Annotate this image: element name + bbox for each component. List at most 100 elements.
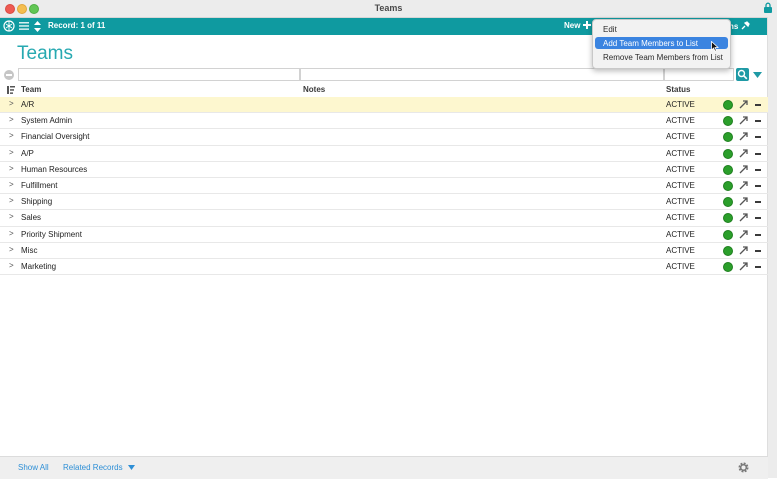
expand-caret-icon[interactable]: >	[9, 180, 14, 189]
menu-item-edit[interactable]: Edit	[595, 23, 728, 35]
expand-caret-icon[interactable]: >	[9, 261, 14, 270]
table-row[interactable]: > Marketing ACTIVE	[0, 259, 768, 276]
open-record-icon[interactable]	[739, 116, 748, 125]
expand-caret-icon[interactable]: >	[9, 148, 14, 157]
team-name: System Admin	[21, 116, 73, 126]
show-all-link[interactable]: Show All	[18, 463, 49, 472]
plus-icon	[582, 21, 591, 29]
status-dot-icon	[723, 261, 733, 272]
open-record-icon[interactable]	[739, 213, 748, 222]
column-header-notes[interactable]: Notes	[303, 85, 325, 94]
team-status: ACTIVE	[666, 213, 695, 223]
table-row[interactable]: > Misc ACTIVE	[0, 243, 768, 259]
table-row[interactable]: > A/R ACTIVE	[0, 97, 768, 114]
team-name: Marketing	[21, 261, 57, 271]
team-status: ACTIVE	[666, 116, 695, 126]
expand-caret-icon[interactable]: >	[9, 229, 14, 238]
menu-item-add-team-members[interactable]: Add Team Members to List	[595, 37, 728, 49]
open-record-icon[interactable]	[739, 181, 748, 190]
expand-caret-icon[interactable]: >	[9, 115, 14, 124]
remove-row-icon[interactable]	[755, 136, 761, 139]
record-counter: Record: 1 of 11	[48, 21, 106, 30]
menu-item-label: Add Team Members to List	[603, 39, 699, 48]
window-titlebar: Teams	[0, 0, 777, 18]
status-dot-icon	[723, 197, 733, 208]
status-dot-icon	[723, 229, 733, 240]
pin-icon	[741, 21, 750, 30]
table-row[interactable]: > Human Resources ACTIVE	[0, 162, 768, 178]
table-row[interactable]: > Fulfillment ACTIVE	[0, 178, 768, 195]
menu-item-remove-team-members[interactable]: Remove Team Members from List	[595, 51, 728, 63]
status-find-field[interactable]	[664, 68, 734, 81]
notes-find-field[interactable]	[300, 68, 664, 81]
open-record-icon[interactable]	[739, 262, 748, 271]
remove-row-icon[interactable]	[755, 184, 761, 187]
expand-caret-icon[interactable]: >	[9, 245, 14, 254]
related-records-label: Related Records	[63, 463, 123, 472]
table-row[interactable]: > Shipping ACTIVE	[0, 194, 768, 211]
team-status: ACTIVE	[666, 100, 695, 109]
column-header-row: Team Notes Status	[0, 84, 768, 97]
new-record-button[interactable]: New	[564, 21, 591, 30]
table-row[interactable]: > Sales ACTIVE	[0, 210, 768, 227]
mouse-cursor-icon	[711, 41, 719, 52]
team-name: A/R	[21, 100, 35, 109]
remove-row-icon[interactable]	[755, 265, 761, 268]
remove-row-icon[interactable]	[755, 249, 761, 252]
team-name: A/P	[21, 148, 34, 158]
remove-row-icon[interactable]	[755, 233, 761, 236]
app-logo-icon[interactable]	[3, 20, 15, 32]
list-view-icon[interactable]	[19, 20, 29, 32]
team-status: ACTIVE	[666, 132, 695, 142]
team-find-field[interactable]	[18, 68, 300, 81]
remove-row-icon[interactable]	[755, 217, 761, 220]
menu-item-label: Edit	[603, 25, 617, 34]
team-name: Sales	[21, 213, 42, 223]
expand-caret-icon[interactable]: >	[9, 131, 14, 140]
teams-list: > A/R ACTIVE > System Admin ACTIVE > Fin…	[0, 97, 768, 276]
open-record-icon[interactable]	[739, 100, 748, 109]
record-navigation-arrows-icon[interactable]	[33, 20, 42, 33]
expand-caret-icon[interactable]: >	[9, 212, 14, 221]
column-header-team[interactable]: Team	[21, 85, 41, 94]
vertical-scrollbar[interactable]	[767, 17, 777, 478]
remove-row-icon[interactable]	[755, 104, 761, 106]
remove-row-icon[interactable]	[755, 201, 761, 204]
team-name: Financial Oversight	[21, 132, 90, 142]
table-row[interactable]: > System Admin ACTIVE	[0, 113, 768, 130]
team-name: Shipping	[21, 197, 53, 207]
expand-caret-icon[interactable]: >	[9, 99, 14, 108]
expand-caret-icon[interactable]: >	[9, 164, 14, 173]
team-status: ACTIVE	[666, 148, 695, 158]
search-icon[interactable]	[736, 68, 749, 81]
remove-row-icon[interactable]	[755, 120, 761, 123]
table-row[interactable]: > Priority Shipment ACTIVE	[0, 227, 768, 243]
chevron-down-icon[interactable]	[753, 72, 762, 78]
related-records-link[interactable]: Related Records	[63, 463, 135, 472]
open-record-icon[interactable]	[739, 132, 748, 141]
open-record-icon[interactable]	[739, 148, 748, 158]
open-record-icon[interactable]	[739, 246, 748, 255]
status-dot-icon	[723, 164, 733, 175]
lock-icon[interactable]	[763, 2, 773, 14]
remove-row-icon[interactable]	[755, 168, 761, 171]
remove-row-icon[interactable]	[755, 152, 761, 155]
column-header-status[interactable]: Status	[666, 85, 690, 94]
chevron-down-icon	[127, 465, 135, 470]
expand-caret-icon[interactable]: >	[9, 196, 14, 205]
options-button[interactable]: ns	[729, 21, 750, 31]
team-name: Fulfillment	[21, 180, 58, 190]
open-record-icon[interactable]	[739, 165, 748, 174]
table-row[interactable]: > A/P ACTIVE	[0, 146, 768, 162]
status-dot-icon	[723, 180, 733, 191]
status-dot-icon	[723, 213, 733, 224]
quick-find-row	[0, 67, 768, 83]
table-row[interactable]: > Financial Oversight ACTIVE	[0, 129, 768, 146]
sort-icon[interactable]	[7, 86, 15, 94]
open-record-icon[interactable]	[739, 229, 748, 239]
gear-icon[interactable]	[737, 461, 750, 474]
open-record-icon[interactable]	[739, 197, 748, 206]
omit-icon[interactable]	[4, 70, 14, 80]
team-status: ACTIVE	[666, 180, 695, 190]
team-name: Priority Shipment	[21, 229, 82, 239]
